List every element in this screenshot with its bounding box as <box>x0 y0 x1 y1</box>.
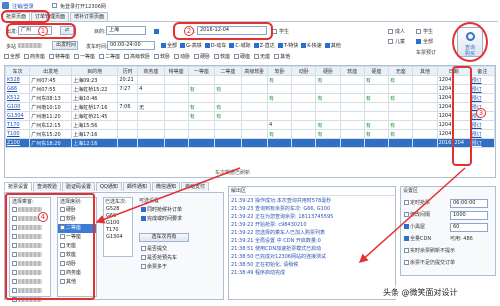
watermark-text: 头条 @微笑面对设计 <box>383 288 458 297</box>
annotation-arrows <box>95 167 466 264</box>
watermark: 头条 @微笑面对设计 <box>380 286 461 299</box>
arrow-to-settings <box>358 167 466 264</box>
arrow-to-seats <box>95 167 241 224</box>
